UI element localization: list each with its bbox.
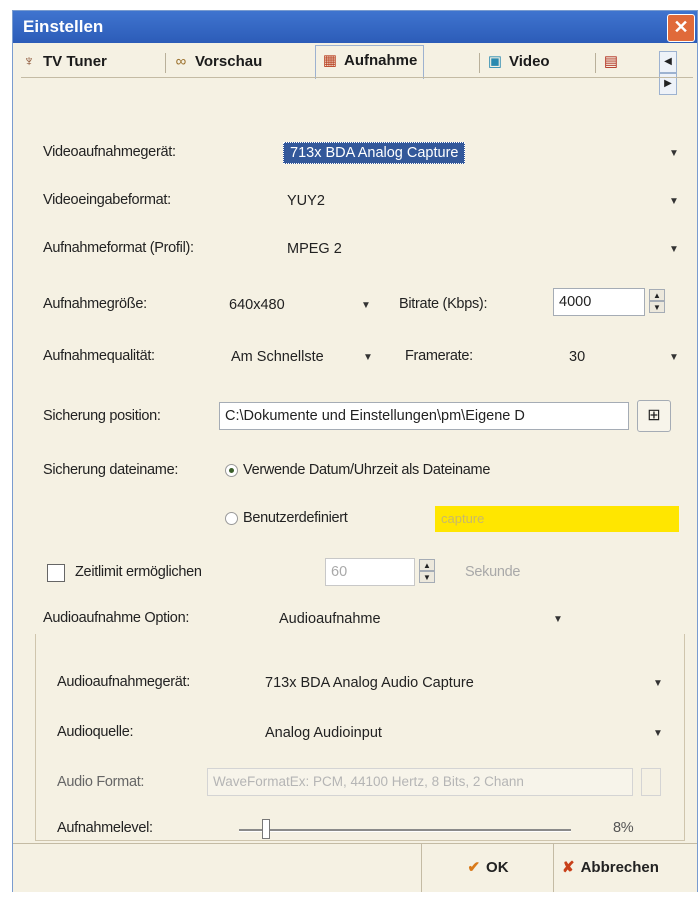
record-level-thumb[interactable]: [261, 819, 270, 839]
audio-source-label: Audioquelle:: [57, 724, 134, 740]
ok-button[interactable]: ✔ OK: [421, 844, 554, 892]
video-input-format-select[interactable]: YUY2: [279, 188, 659, 214]
chevron-down-icon[interactable]: ▼: [669, 148, 679, 159]
tab-aufnahme[interactable]: ▦ Aufnahme: [315, 45, 425, 79]
record-format-label: Aufnahmeformat (Profil):: [43, 240, 194, 256]
monitor-icon: ▣: [487, 53, 503, 70]
framerate-label: Framerate:: [405, 348, 473, 364]
folder-icon: ⊞: [647, 407, 661, 424]
chevron-down-icon[interactable]: ▼: [669, 352, 679, 363]
aufnahme-panel: Videoaufnahmegerät: 713x BDA Analog Capt…: [21, 77, 693, 841]
record-level-track[interactable]: [239, 829, 571, 832]
spin-down-icon[interactable]: ▼: [419, 571, 435, 583]
chevron-down-icon[interactable]: ▼: [553, 614, 563, 625]
time-limit-label: Zeitlimit ermöglichen: [75, 564, 202, 580]
chevron-down-icon[interactable]: ▼: [669, 244, 679, 255]
settings-dialog: Einstellen ✕ ♆ TV Tuner ∞ Vorschau ▦ Aufnah…: [12, 10, 698, 892]
window-title: Einstellen: [23, 17, 104, 36]
tab-scroll-arrows: ◀▶: [659, 51, 693, 95]
record-quality-value: Am Schnellste: [231, 349, 324, 365]
record-size-value: 640x480: [229, 297, 285, 313]
record-quality-label: Aufnahmequalität:: [43, 348, 155, 364]
video-input-format-value: YUY2: [287, 193, 325, 209]
spin-up-icon[interactable]: ▲: [649, 289, 665, 301]
time-limit-unit: Sekunde: [465, 564, 521, 580]
framerate-select[interactable]: 30: [561, 344, 651, 370]
close-icon: ✕: [673, 17, 689, 37]
time-limit-checkbox[interactable]: [47, 564, 65, 582]
tab-scroll-left-icon[interactable]: ◀: [659, 51, 677, 73]
video-device-label: Videoaufnahmegerät:: [43, 144, 176, 160]
save-position-label: Sicherung position:: [43, 408, 161, 424]
browse-folder-button[interactable]: ⊞: [637, 400, 671, 432]
custom-filename-input[interactable]: capture: [435, 506, 679, 532]
audio-device-select[interactable]: 713x BDA Analog Audio Capture: [257, 670, 651, 696]
spin-down-icon[interactable]: ▼: [649, 301, 665, 313]
radio-custom[interactable]: [225, 512, 238, 525]
chevron-down-icon[interactable]: ▼: [361, 300, 371, 311]
video-device-select[interactable]: 713x BDA Analog Capture: [275, 140, 655, 166]
bitrate-input[interactable]: 4000: [553, 288, 645, 316]
cancel-button[interactable]: ✘ Abbrechen: [553, 844, 697, 892]
audio-format-button: [641, 768, 661, 796]
audio-option-select[interactable]: Audioaufnahme: [271, 606, 541, 632]
record-format-value: MPEG 2: [287, 241, 342, 257]
audio-option-value: Audioaufnahme: [279, 611, 381, 627]
projector-icon: ▤: [603, 53, 619, 70]
tab-label: TV Tuner: [43, 53, 107, 70]
tab-vorschau[interactable]: ∞ Vorschau: [173, 47, 263, 77]
tab-label: Aufnahme: [344, 52, 418, 69]
radio-custom-label: Benutzerdefiniert: [243, 510, 348, 526]
tab-video[interactable]: ▣ Video: [487, 47, 550, 77]
audio-device-value: 713x BDA Analog Audio Capture: [265, 675, 474, 691]
title-bar[interactable]: Einstellen ✕: [13, 11, 697, 43]
audio-option-label: Audioaufnahme Option:: [43, 610, 190, 626]
audio-format-label: Audio Format:: [57, 774, 145, 790]
bitrate-label: Bitrate (Kbps):: [399, 296, 488, 312]
audio-source-select[interactable]: Analog Audioinput: [257, 720, 651, 746]
record-size-label: Aufnahmegröße:: [43, 296, 147, 312]
chevron-down-icon[interactable]: ▼: [653, 728, 663, 739]
tab-label: Video: [509, 53, 550, 70]
chevron-down-icon[interactable]: ▼: [653, 678, 663, 689]
chevron-down-icon[interactable]: ▼: [669, 196, 679, 207]
framerate-value: 30: [569, 349, 586, 365]
close-button[interactable]: ✕: [667, 14, 695, 42]
glasses-icon: ∞: [175, 53, 187, 70]
record-quality-select[interactable]: Am Schnellste: [223, 344, 353, 370]
tab-bar: ♆ TV Tuner ∞ Vorschau ▦ Aufnahme ▣ Video ▤: [21, 45, 695, 79]
tab-more[interactable]: ▤: [603, 47, 625, 77]
record-format-select[interactable]: MPEG 2: [279, 236, 659, 262]
record-level-label: Aufnahmelevel:: [57, 820, 153, 836]
spin-up-icon[interactable]: ▲: [419, 559, 435, 571]
radio-datetime[interactable]: [225, 464, 238, 477]
ok-label: OK: [486, 859, 509, 876]
time-limit-input[interactable]: 60: [325, 558, 415, 586]
record-size-select[interactable]: 640x480: [221, 292, 351, 318]
radio-datetime-label: Verwende Datum/Uhrzeit als Dateiname: [243, 462, 491, 478]
chevron-down-icon[interactable]: ▼: [363, 352, 373, 363]
cancel-label: Abbrechen: [580, 859, 659, 876]
audio-source-value: Analog Audioinput: [265, 725, 382, 741]
save-position-input[interactable]: C:\Dokumente und Einstellungen\pm\Eigene…: [219, 402, 629, 430]
audio-device-label: Audioaufnahmegerät:: [57, 674, 190, 690]
time-limit-spinner[interactable]: ▲ ▼: [419, 559, 435, 585]
video-input-format-label: Videoeingabeformat:: [43, 192, 171, 208]
tab-label: Vorschau: [195, 53, 263, 70]
record-level-value: 8%: [613, 820, 634, 836]
video-device-value: 713x BDA Analog Capture: [283, 142, 466, 164]
checkmark-icon: ✔: [467, 859, 481, 876]
dialog-footer: ✔ OK ✘ Abbrechen: [13, 843, 697, 892]
audio-format-input: WaveFormatEx: PCM, 44100 Hertz, 8 Bits, …: [207, 768, 633, 796]
tv-antenna-icon: ♆: [23, 53, 35, 70]
tab-tv-tuner[interactable]: ♆ TV Tuner: [21, 47, 107, 77]
bitrate-spinner[interactable]: ▲ ▼: [649, 289, 665, 315]
film-icon: ▦: [322, 52, 338, 69]
save-filename-label: Sicherung dateiname:: [43, 462, 179, 478]
x-icon: ✘: [562, 859, 575, 876]
